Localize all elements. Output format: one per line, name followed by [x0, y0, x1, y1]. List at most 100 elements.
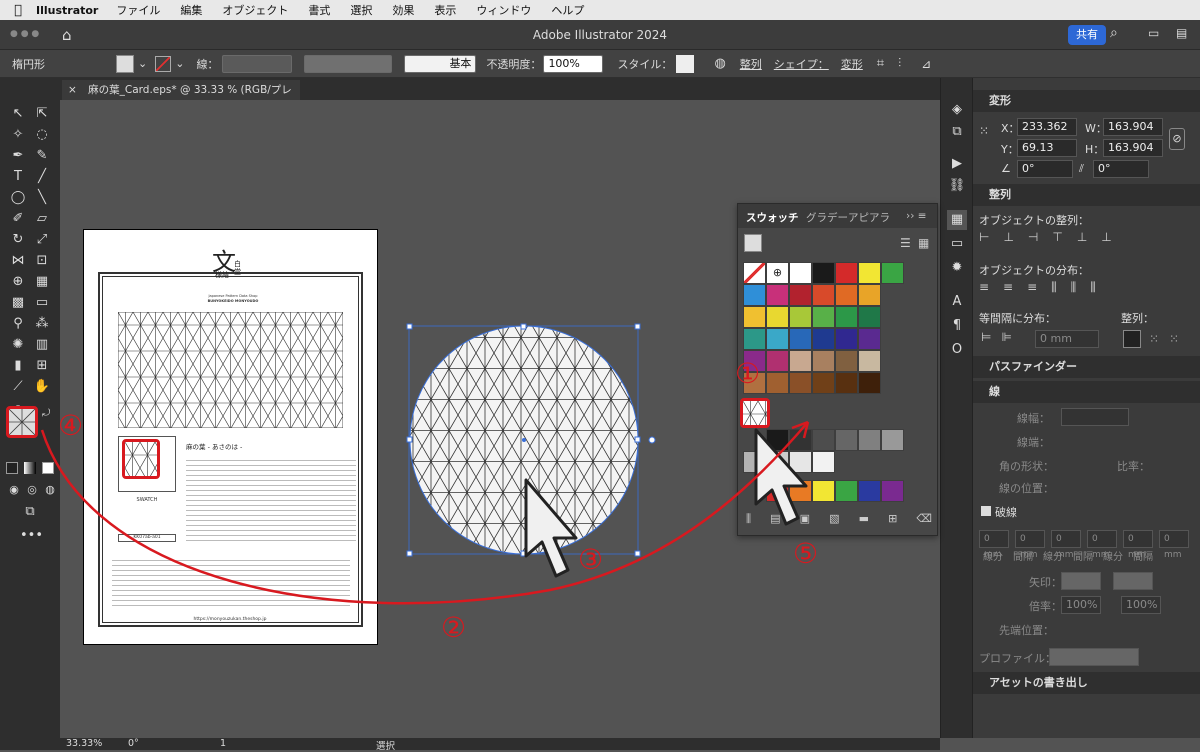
gap-field[interactable]: 0 mm [1087, 530, 1117, 560]
color-swatch[interactable] [789, 372, 812, 394]
rotate-tool-icon[interactable]: ↻ [8, 230, 28, 250]
menu-help[interactable]: ヘルプ [551, 2, 584, 18]
w-field[interactable]: 163.904 m [1103, 118, 1163, 149]
pencil-tool-icon[interactable]: ╲ [32, 188, 52, 208]
shear-field[interactable]: 0° [1093, 160, 1149, 178]
color-swatch[interactable] [766, 372, 789, 394]
eyedropper-icon[interactable]: ⚲ [8, 314, 28, 334]
dash-field[interactable]: 0 mm [979, 530, 1009, 560]
color-swatch[interactable] [789, 262, 812, 284]
color-swatch[interactable] [789, 350, 812, 372]
h-field[interactable]: 163.904 m [1103, 139, 1163, 170]
paragraph-icon[interactable]: ¶ [947, 316, 967, 336]
color-swatch[interactable] [766, 328, 789, 350]
color-swatch[interactable] [789, 284, 812, 306]
spacing-buttons[interactable]: ⊨⊫ [981, 330, 1022, 344]
gradient-panel-icon[interactable]: ▭ [947, 234, 967, 254]
stroke-weight-input[interactable] [1061, 408, 1129, 426]
color-swatch[interactable] [835, 306, 858, 328]
workspace-icon[interactable]: ▭ [1148, 26, 1159, 40]
color-swatch[interactable] [766, 284, 789, 306]
slice-tool-icon[interactable]: ⟋ [8, 377, 28, 397]
opentype-icon[interactable]: O [947, 340, 967, 360]
dashed-checkbox[interactable] [981, 506, 991, 516]
appearance-icon[interactable]: ✹ [947, 258, 967, 278]
color-swatch[interactable] [789, 306, 812, 328]
paintbrush-icon[interactable]: ✐ [8, 209, 28, 229]
asset-export-panel-title[interactable]: アセットの書き出し [973, 672, 1200, 694]
menu-type[interactable]: 書式 [308, 2, 330, 18]
color-swatch[interactable] [766, 306, 789, 328]
color-mode-icon[interactable] [6, 462, 18, 474]
color-swatch[interactable] [743, 328, 766, 350]
column-graph-icon[interactable]: ▮ [8, 356, 28, 376]
arrow-end-dropdown[interactable] [1113, 572, 1153, 590]
gradient-tool-icon[interactable]: ▭ [32, 293, 52, 313]
chevron-down-icon[interactable]: ⌄ [138, 57, 147, 70]
align-options-icon[interactable]: ⫶ [898, 56, 901, 71]
reference-point-icon[interactable]: ⁙ [979, 124, 989, 138]
mesh-tool-icon[interactable]: ▩ [8, 293, 28, 313]
color-swatch[interactable] [835, 328, 858, 350]
new-swatch-icon[interactable]: ⊞ [888, 512, 897, 526]
chevron-down-icon[interactable]: ⌄ [175, 57, 184, 70]
transform-panel-title[interactable]: 変形 [973, 90, 1200, 112]
color-group-icon[interactable]: ▧ [829, 512, 839, 526]
blend-tool-icon[interactable]: ⁂ [32, 314, 52, 334]
graph-tool-icon[interactable]: ▥ [32, 335, 52, 355]
color-swatch[interactable] [835, 429, 858, 452]
zoom-level[interactable]: 33.33% [66, 738, 102, 749]
arrow-start-scale[interactable]: 100% [1061, 596, 1101, 614]
draw-normal-icon[interactable]: ◉ [4, 480, 24, 500]
color-swatch[interactable] [789, 328, 812, 350]
variable-width-field[interactable] [304, 54, 393, 73]
color-swatch[interactable] [858, 479, 881, 502]
free-transform-icon[interactable]: ⊡ [32, 251, 52, 271]
dash-field[interactable]: 0 mm [1051, 530, 1081, 560]
tab-gradient[interactable]: グラデー [806, 210, 848, 225]
color-swatch[interactable] [881, 479, 904, 502]
menu-file[interactable]: ファイル [116, 2, 160, 18]
scale-tool-icon[interactable]: ⤢ [32, 230, 52, 250]
search-icon[interactable]: ⌕ [1110, 25, 1118, 41]
pen-tool-icon[interactable]: ✒ [8, 146, 28, 166]
color-swatch[interactable] [835, 372, 858, 394]
list-view-icon[interactable]: ☰ [900, 236, 911, 250]
lasso-icon[interactable]: ◌ [32, 125, 52, 145]
none-swatch[interactable] [743, 262, 766, 284]
shape-link[interactable]: シェイプ： [774, 56, 829, 72]
envelope-icon[interactable]: ⊿ [921, 57, 931, 71]
color-swatch[interactable] [858, 429, 881, 452]
perspective-icon[interactable]: ▦ [32, 272, 52, 292]
recolor-icon[interactable]: ◍ [714, 56, 725, 71]
document-tab[interactable]: × 麻の葉_Card.eps* @ 33.33 % (RGB/プレビュー) [62, 80, 300, 116]
stroke-panel-title[interactable]: 線 [973, 381, 1200, 403]
color-swatch[interactable] [812, 372, 835, 394]
profile-dropdown[interactable] [1049, 648, 1139, 666]
color-swatch[interactable] [858, 306, 881, 328]
type-tool-icon[interactable]: T [8, 167, 28, 187]
color-swatch[interactable] [858, 350, 881, 372]
menu-select[interactable]: 選択 [350, 2, 372, 18]
fill-stroke-proxy[interactable] [744, 234, 762, 252]
color-swatch[interactable] [858, 284, 881, 306]
stroke-weight-field[interactable] [222, 54, 293, 73]
align-to-options[interactable]: ⁙⁙ [1149, 332, 1189, 346]
color-swatch[interactable] [858, 328, 881, 350]
color-swatch[interactable] [881, 429, 904, 452]
brush-stroke-dropdown[interactable]: 基本 [404, 54, 477, 73]
hand-tool-icon[interactable]: ✋ [32, 377, 52, 397]
x-field[interactable]: 233.362 m [1017, 118, 1077, 149]
actions-icon[interactable]: ▶ [947, 154, 967, 174]
selection-tool-icon[interactable]: ↖ [8, 104, 28, 124]
arrow-start-dropdown[interactable] [1061, 572, 1101, 590]
gap-field[interactable]: 0 mm [1015, 530, 1045, 560]
shape-builder-icon[interactable]: ⊕ [8, 272, 28, 292]
color-swatch[interactable] [858, 262, 881, 284]
grid-view-icon[interactable]: ▦ [918, 236, 929, 250]
folder-icon[interactable]: ▬ [859, 512, 869, 526]
app-menu[interactable]: Illustrator [36, 4, 98, 17]
rotation-value[interactable]: 0° [128, 738, 139, 749]
character-icon[interactable]: A [947, 292, 967, 312]
direct-selection-icon[interactable]: ⇱ [32, 104, 52, 124]
